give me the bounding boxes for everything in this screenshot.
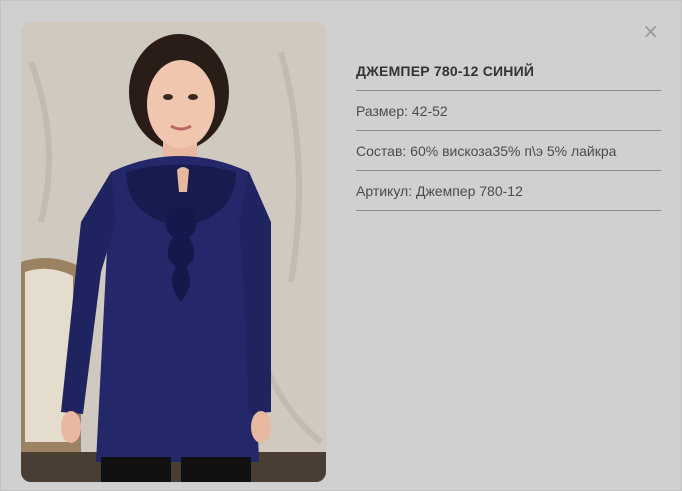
product-size: Размер: 42-52 (356, 91, 661, 131)
product-article: Артикул: Джемпер 780-12 (356, 171, 661, 211)
product-photo (21, 22, 326, 482)
product-title: ДЖЕМПЕР 780-12 СИНИЙ (356, 53, 661, 91)
product-quick-view-modal: × ДЖЕМПЕР 780-12 СИНИЙ Размер: 42-52 Сос… (0, 0, 682, 491)
product-info: ДЖЕМПЕР 780-12 СИНИЙ Размер: 42-52 Соста… (356, 53, 661, 211)
close-icon[interactable]: × (642, 21, 659, 41)
product-composition: Состав: 60% вискоза35% п\э 5% лайкра (356, 131, 661, 171)
